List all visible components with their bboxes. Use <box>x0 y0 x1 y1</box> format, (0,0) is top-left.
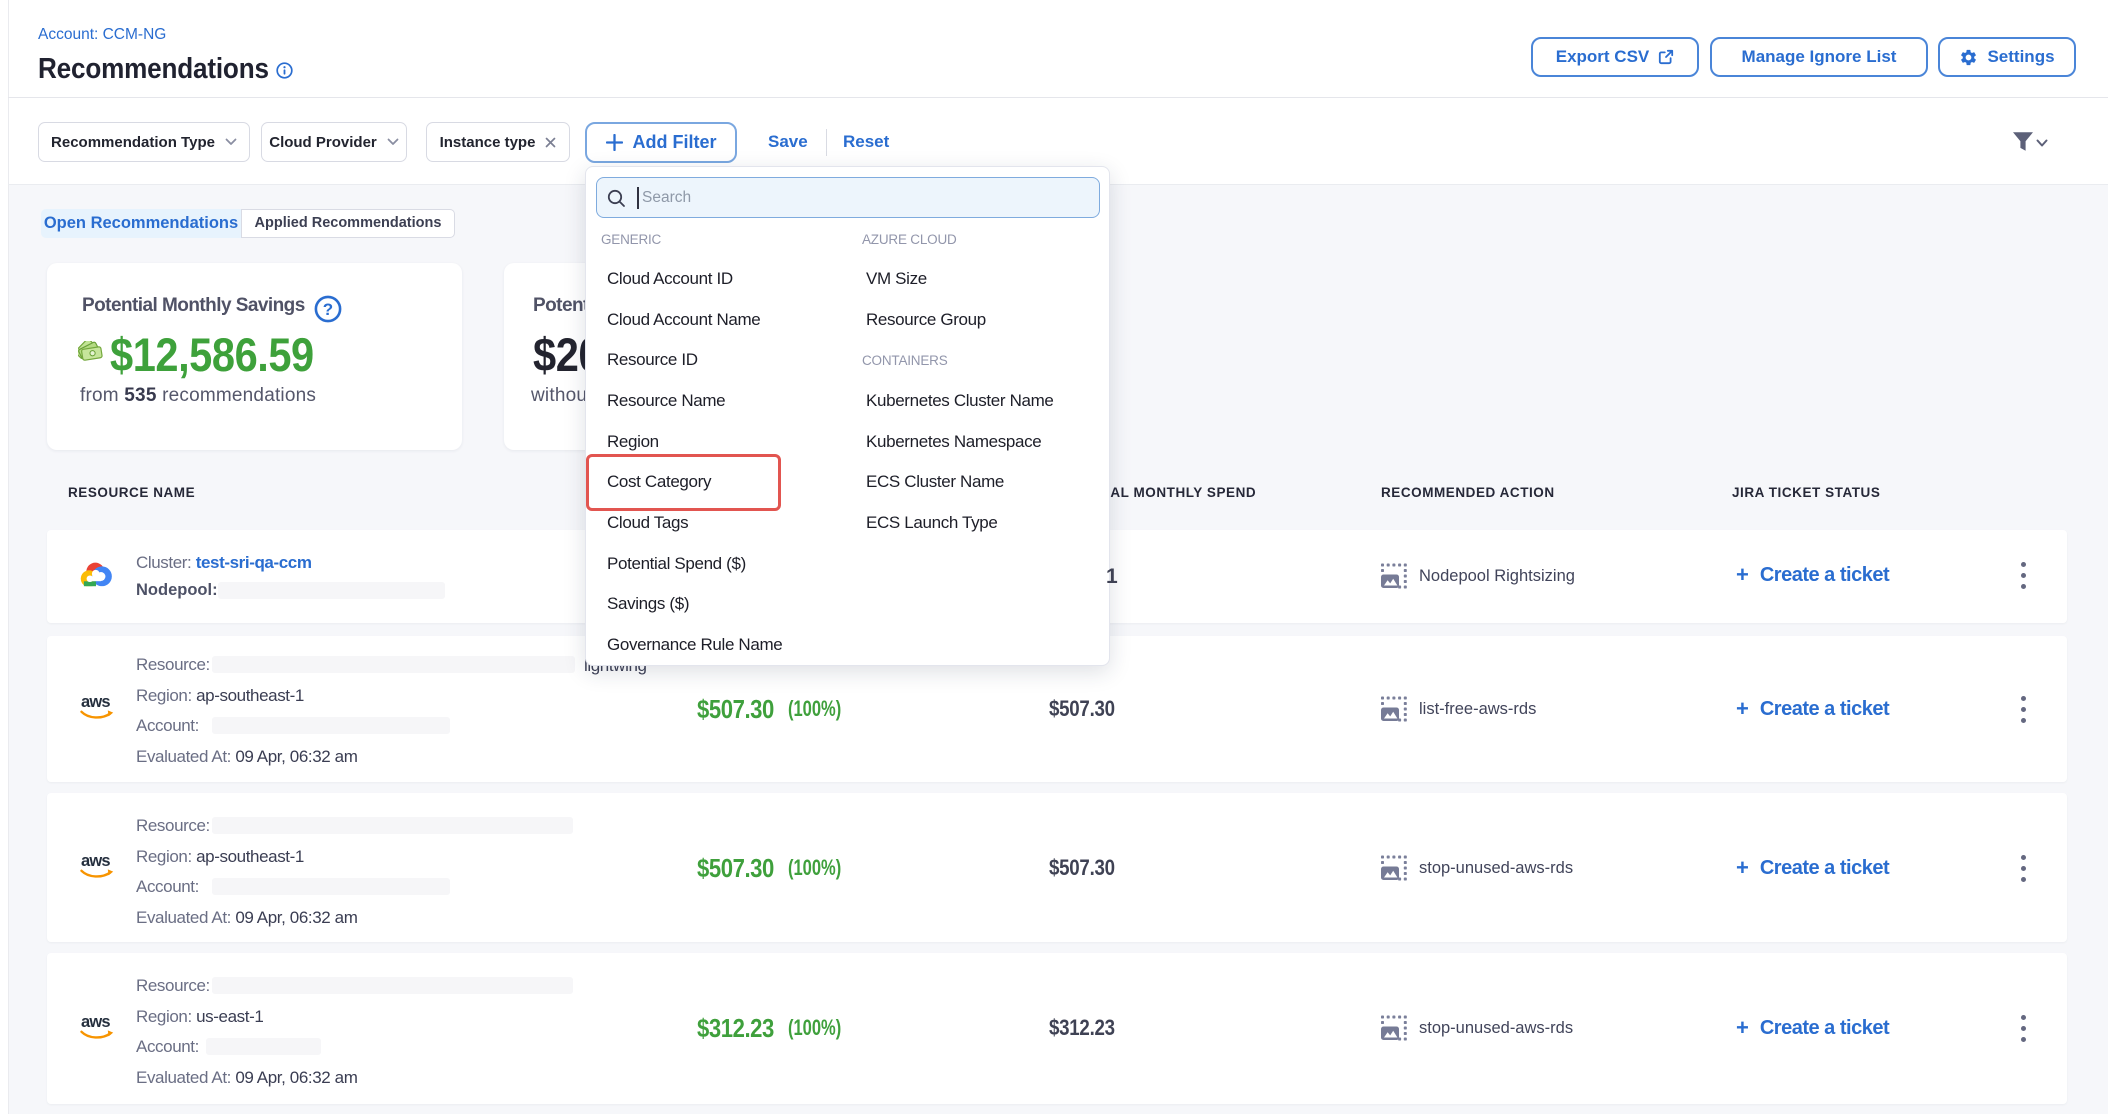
svg-text:?: ? <box>323 300 333 319</box>
